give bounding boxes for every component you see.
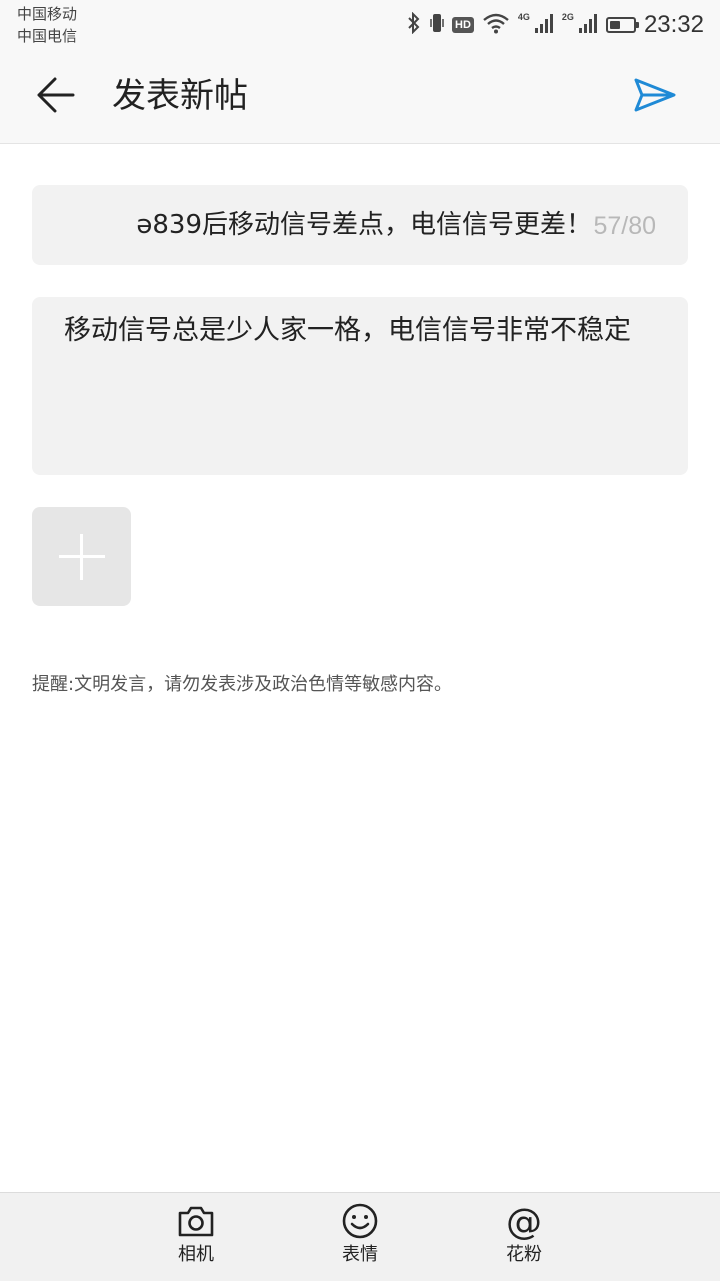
network-type-2: 2G: [561, 12, 574, 22]
wifi-icon: [482, 12, 510, 38]
smiley-icon: [341, 1202, 379, 1244]
mention-label: 花粉: [506, 1244, 542, 1265]
app-header: 发表新帖: [0, 50, 720, 144]
title-field[interactable]: ǝ839后移动信号差点，电信信号更差！ 57/80: [32, 185, 688, 265]
signal-icon: [534, 12, 554, 38]
arrow-left-icon: [35, 77, 75, 117]
hd-badge: HD: [452, 17, 474, 33]
status-icons: HD 4G 2G 23:32: [406, 8, 704, 42]
vibrate-icon: [430, 12, 444, 38]
emoji-label: 表情: [342, 1244, 378, 1265]
title-input-value: ǝ839后移动信号差点，电信信号更差！: [136, 210, 592, 240]
clock: 23:32: [643, 11, 704, 38]
carrier-1: 中国移动: [17, 5, 78, 23]
back-button[interactable]: [30, 72, 80, 122]
network-type-1: 4G: [517, 12, 530, 22]
posting-reminder: 提醒:文明发言，请勿发表涉及政治色情等敏感内容。: [32, 674, 453, 695]
bottom-toolbar: 相机 表情 @ 花粉: [0, 1192, 720, 1281]
send-button[interactable]: [630, 72, 680, 122]
at-icon: @: [506, 1202, 542, 1243]
title-char-counter: 57/80: [593, 212, 656, 240]
signal-icon-2: [578, 12, 598, 38]
camera-label: 相机: [178, 1244, 214, 1265]
camera-button[interactable]: 相机: [156, 1203, 236, 1275]
carrier-2: 中国电信: [17, 27, 78, 45]
add-image-button[interactable]: [32, 507, 131, 606]
status-bar: 中国移动 中国电信 HD 4G 2G 23:32: [0, 0, 720, 50]
body-field[interactable]: 移动信号总是少人家一格，电信信号非常不稳定: [32, 297, 688, 475]
battery-icon: [605, 17, 639, 33]
mention-button[interactable]: @ 花粉: [484, 1203, 564, 1275]
paper-plane-icon: [633, 77, 677, 117]
bluetooth-icon: [406, 11, 422, 38]
page-title: 发表新帖: [112, 76, 248, 116]
emoji-button[interactable]: 表情: [320, 1203, 400, 1275]
camera-icon: [177, 1204, 215, 1242]
